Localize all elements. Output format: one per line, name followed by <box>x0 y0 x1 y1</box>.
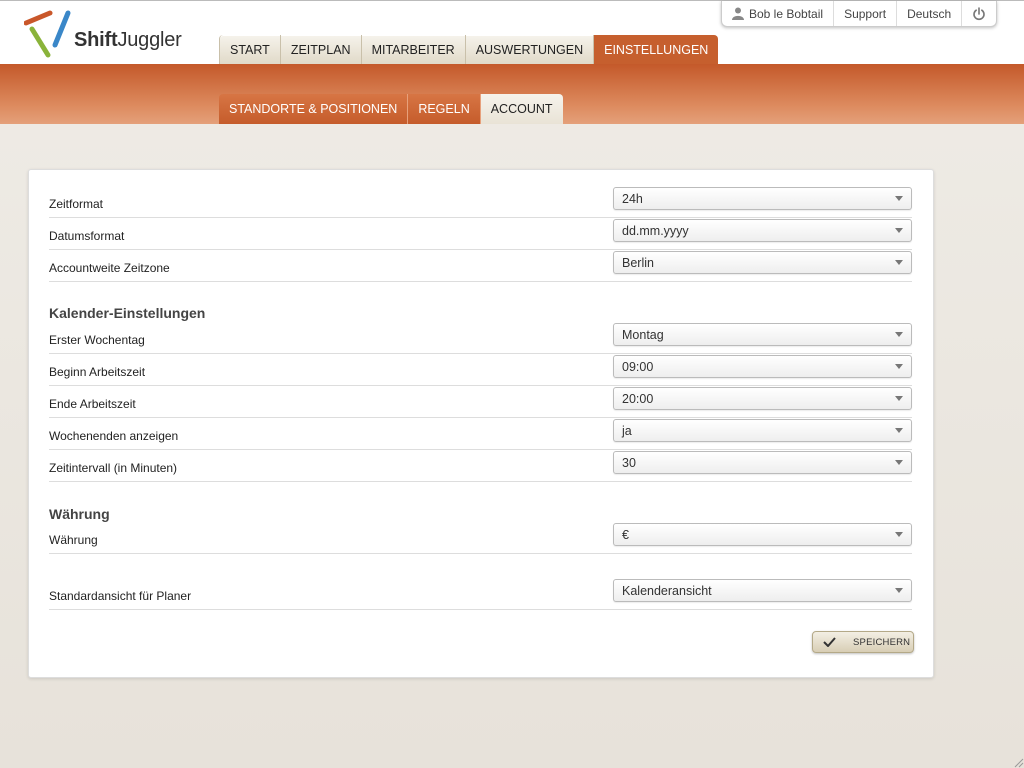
section-title-waehrung: Währung <box>49 506 110 522</box>
support-link[interactable]: Support <box>834 1 898 26</box>
power-icon <box>973 6 985 20</box>
account-settings-panel: Zeitformat 24h Datumsformat dd.mm.yyyy A… <box>28 169 934 678</box>
setting-label: Zeitformat <box>49 197 104 211</box>
setting-label: Wochenenden anzeigen <box>49 429 179 443</box>
tab-mitarbeiter[interactable]: MITARBEITER <box>361 35 466 65</box>
user-account-link[interactable]: Bob le Bobtail <box>722 1 835 26</box>
subtab-regeln[interactable]: REGELN <box>408 94 481 124</box>
tab-zeitplan[interactable]: ZEITPLAN <box>280 35 362 65</box>
zeitzone-select[interactable]: Berlin <box>613 251 912 274</box>
header: ShiftJuggler Bob le Bobtail Support Deut… <box>0 0 1024 65</box>
checkmark-icon <box>823 637 836 647</box>
wochenenden-select[interactable]: ja <box>613 419 912 442</box>
setting-label: Beginn Arbeitszeit <box>49 365 146 379</box>
chevron-down-icon <box>895 228 903 233</box>
zeitintervall-select[interactable]: 30 <box>613 451 912 474</box>
chevron-down-icon <box>895 428 903 433</box>
language-selector[interactable]: Deutsch <box>897 1 963 26</box>
user-menu: Bob le Bobtail Support Deutsch <box>721 1 998 27</box>
datumsformat-select[interactable]: dd.mm.yyyy <box>613 219 912 242</box>
setting-row-ende-arbeitszeit: Ende Arbeitszeit 20:00 <box>49 385 912 418</box>
chevron-down-icon <box>895 332 903 337</box>
main-nav: START ZEITPLAN MITARBEITER AUSWERTUNGEN … <box>219 35 719 65</box>
standardansicht-select[interactable]: Kalenderansicht <box>613 579 912 602</box>
beginn-arbeitszeit-select[interactable]: 09:00 <box>613 355 912 378</box>
setting-row-standardansicht: Standardansicht für Planer Kalenderansic… <box>49 577 912 610</box>
setting-row-datumsformat: Datumsformat dd.mm.yyyy <box>49 217 912 250</box>
setting-row-erster-wochentag: Erster Wochentag Montag <box>49 321 912 354</box>
setting-label: Standardansicht für Planer <box>49 589 192 603</box>
resize-grip-icon[interactable] <box>1014 758 1024 768</box>
setting-label: Währung <box>49 533 98 547</box>
logo-mark-icon <box>24 10 71 58</box>
user-icon <box>732 7 744 20</box>
setting-label: Zeitintervall (in Minuten) <box>49 461 178 475</box>
tab-einstellungen[interactable]: EINSTELLUNGEN <box>594 35 719 65</box>
tab-start[interactable]: START <box>219 35 281 65</box>
chevron-down-icon <box>895 364 903 369</box>
setting-row-waehrung: Währung € <box>49 521 912 554</box>
brand-name: ShiftJuggler <box>74 29 182 51</box>
chevron-down-icon <box>895 532 903 537</box>
ende-arbeitszeit-select[interactable]: 20:00 <box>613 387 912 410</box>
logo[interactable]: ShiftJuggler <box>24 9 194 61</box>
section-title-kalender: Kalender-Einstellungen <box>49 305 206 321</box>
subtab-standorte-positionen[interactable]: STANDORTE & POSITIONEN <box>219 94 409 124</box>
save-button-label: SPEICHERN <box>853 637 911 648</box>
logout-button[interactable] <box>962 1 996 26</box>
sub-nav: STANDORTE & POSITIONEN REGELN ACCOUNT <box>219 94 563 124</box>
tab-auswertungen[interactable]: AUSWERTUNGEN <box>465 35 595 65</box>
chevron-down-icon <box>895 396 903 401</box>
setting-label: Erster Wochentag <box>49 333 145 347</box>
setting-row-zeitformat: Zeitformat 24h <box>49 185 912 218</box>
setting-label: Accountweite Zeitzone <box>49 261 170 275</box>
erster-wochentag-select[interactable]: Montag <box>613 323 912 346</box>
chevron-down-icon <box>895 196 903 201</box>
zeitformat-select[interactable]: 24h <box>613 187 912 210</box>
waehrung-select[interactable]: € <box>613 523 912 546</box>
setting-row-zeitzone: Accountweite Zeitzone Berlin <box>49 249 912 282</box>
setting-label: Datumsformat <box>49 229 125 243</box>
save-button[interactable]: SPEICHERN <box>812 631 914 653</box>
user-name: Bob le Bobtail <box>749 6 824 21</box>
setting-row-beginn-arbeitszeit: Beginn Arbeitszeit 09:00 <box>49 353 912 386</box>
subtab-account[interactable]: ACCOUNT <box>480 94 563 124</box>
chevron-down-icon <box>895 588 903 593</box>
setting-label: Ende Arbeitszeit <box>49 397 136 411</box>
setting-row-wochenenden: Wochenenden anzeigen ja <box>49 417 912 450</box>
chevron-down-icon <box>895 460 903 465</box>
setting-row-zeitintervall: Zeitintervall (in Minuten) 30 <box>49 449 912 482</box>
chevron-down-icon <box>895 260 903 265</box>
